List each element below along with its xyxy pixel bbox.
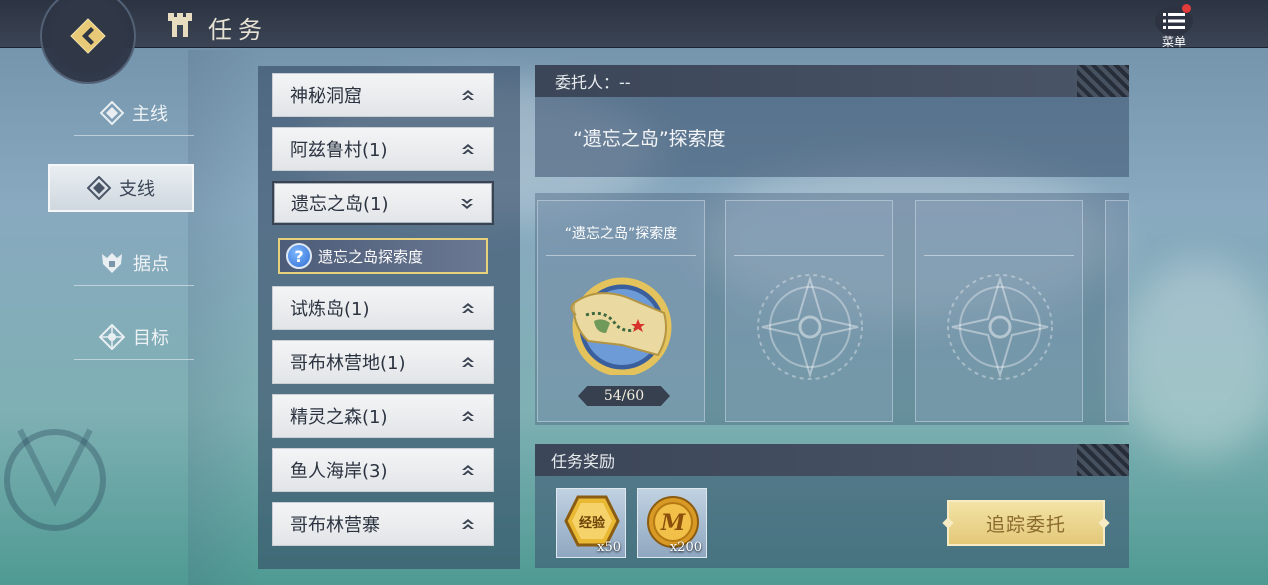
nav-label: 目标 <box>133 328 169 349</box>
quest-group-label: 试炼岛(1) <box>290 299 370 320</box>
menu-button[interactable]: 菜单 <box>1152 4 1196 52</box>
nav-divider-shade <box>188 50 260 585</box>
notification-dot <box>1182 4 1191 13</box>
reward-header-label: 任务奖励 <box>551 452 616 471</box>
chevron-up-icon <box>462 303 474 313</box>
track-quest-label: 追踪委托 <box>985 513 1066 536</box>
quest-group-label: 神秘洞窟 <box>290 86 362 107</box>
quest-description-text: “遗忘之岛”探索度 <box>573 127 726 150</box>
quest-group-item[interactable]: 神秘洞窟 <box>272 73 494 117</box>
client-label: 委托人：-- <box>555 73 631 92</box>
nav-side-quest[interactable]: 支线 <box>48 164 194 212</box>
reward-header: 任务奖励 <box>535 444 1129 476</box>
header-decoration <box>1077 444 1129 476</box>
quest-sub-item-selected[interactable]: ? 遗忘之岛探索度 <box>278 238 488 274</box>
reward-quantity: x200 <box>669 540 702 555</box>
quest-group-label: 哥布林营地(1) <box>290 353 406 374</box>
nav-target[interactable]: 目标 <box>72 314 196 360</box>
chevron-up-icon <box>462 357 474 367</box>
quest-group-label: 遗忘之岛(1) <box>291 194 389 215</box>
diamond-icon <box>100 101 124 125</box>
nav-label: 据点 <box>133 254 169 275</box>
objective-card-title: “遗忘之岛”探索度 <box>564 226 678 242</box>
quest-group-label: 阿兹鲁村(1) <box>290 140 388 161</box>
quest-group-label: 鱼人海岸(3) <box>290 461 388 482</box>
quest-group-item[interactable]: 哥布林营寨 <box>272 502 494 546</box>
empty-slot-emblem-icon <box>947 274 1053 380</box>
quest-group-item[interactable]: 精灵之森(1) <box>272 394 494 438</box>
back-arrow-icon <box>70 18 106 54</box>
question-icon: ? <box>286 243 312 269</box>
client-header: 委托人：-- <box>535 65 1129 97</box>
chevron-down-icon <box>461 199 473 209</box>
objective-card-empty <box>725 200 893 422</box>
nav-main-quest[interactable]: 主线 <box>72 90 196 136</box>
quest-group-label: 哥布林营寨 <box>290 515 380 536</box>
exp-icon-text: 经验 <box>579 515 606 531</box>
nav-label: 主线 <box>132 104 168 125</box>
quest-description: “遗忘之岛”探索度 <box>535 97 1129 177</box>
chevron-up-icon <box>462 465 474 475</box>
stronghold-icon <box>102 253 122 273</box>
target-icon <box>99 324 125 350</box>
reward-quantity: x50 <box>597 540 621 555</box>
chevron-up-icon <box>462 411 474 421</box>
diamond-icon <box>87 176 111 200</box>
chevron-up-icon <box>462 519 474 529</box>
nav-stronghold[interactable]: 据点 <box>72 240 196 286</box>
quest-list-panel: 神秘洞窟 阿兹鲁村(1) 遗忘之岛(1) ? 遗忘之岛探索度 试炼岛(1) 哥布… <box>258 66 520 569</box>
track-quest-button[interactable]: 追踪委托 <box>942 500 1110 546</box>
objective-card-partial <box>1105 200 1129 422</box>
reward-item-exp[interactable]: 经验 x50 <box>556 488 626 558</box>
reward-item-coin[interactable]: M x200 <box>637 488 707 558</box>
objective-card[interactable]: “遗忘之岛”探索度 54/60 <box>537 200 705 422</box>
quest-group-label: 精灵之森(1) <box>290 407 388 428</box>
treasure-map-icon <box>570 277 672 375</box>
nav-label: 支线 <box>119 179 155 200</box>
coin-icon-text: M <box>660 510 686 536</box>
quest-group-item[interactable]: 试炼岛(1) <box>272 286 494 330</box>
quest-group-item-expanded[interactable]: 遗忘之岛(1) <box>272 181 494 225</box>
background-cloud <box>1120 260 1268 460</box>
empty-slot-emblem-icon <box>757 274 863 380</box>
quest-sub-label: 遗忘之岛探索度 <box>318 247 424 266</box>
exploration-progress: 54/60 <box>578 386 670 406</box>
menu-list-icon <box>1163 13 1185 29</box>
objective-card-empty <box>915 200 1083 422</box>
quest-icon <box>168 13 192 37</box>
quest-group-item[interactable]: 阿兹鲁村(1) <box>272 127 494 171</box>
page-title: 任务 <box>208 16 268 44</box>
quest-group-item[interactable]: 哥布林营地(1) <box>272 340 494 384</box>
chevron-up-icon <box>462 90 474 100</box>
header-decoration <box>1077 65 1129 97</box>
category-nav: 主线 支线 据点 目标 <box>48 60 196 585</box>
menu-label: 菜单 <box>1161 35 1186 49</box>
chevron-up-icon <box>462 144 474 154</box>
quest-group-item[interactable]: 鱼人海岸(3) <box>272 448 494 492</box>
